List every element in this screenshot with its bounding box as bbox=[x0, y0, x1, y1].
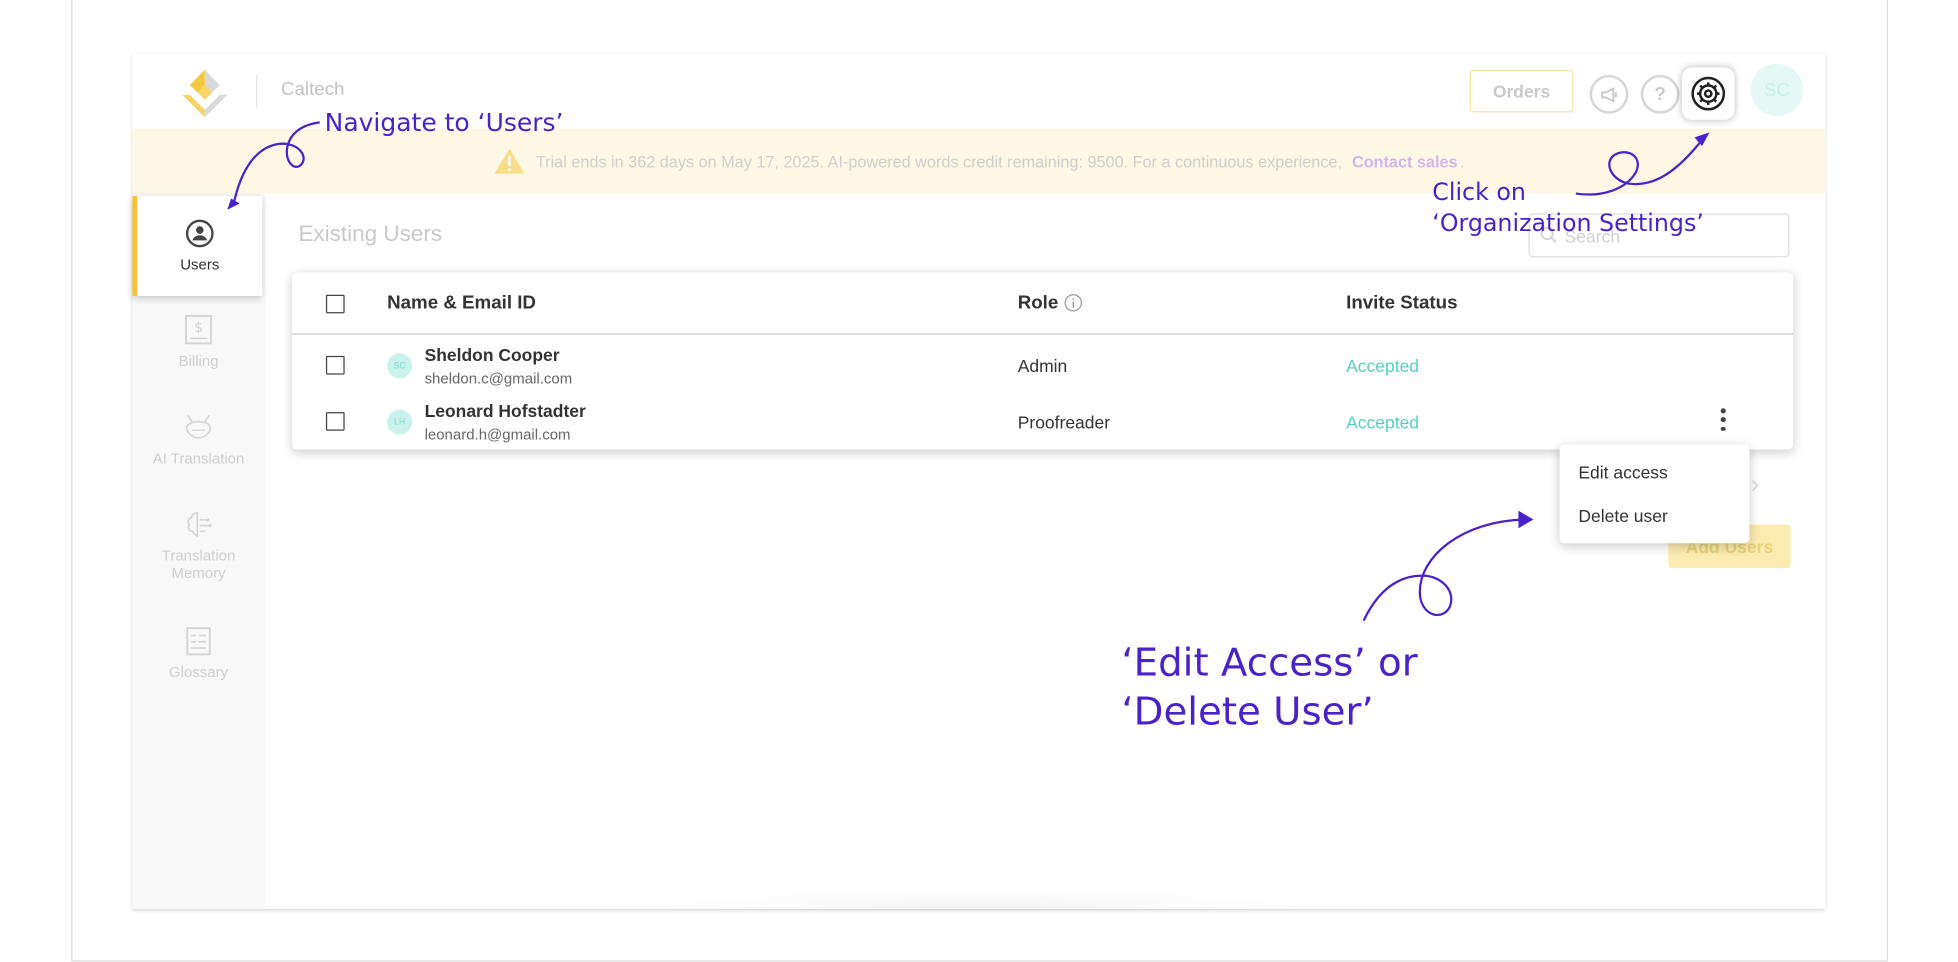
invite-status: Accepted bbox=[1346, 355, 1420, 376]
select-all-checkbox[interactable] bbox=[325, 294, 345, 314]
row-checkbox[interactable] bbox=[325, 412, 345, 431]
avatar: SC bbox=[387, 353, 413, 379]
row-checkbox[interactable] bbox=[325, 355, 345, 375]
sidebar-item-label: Glossary bbox=[168, 663, 229, 681]
table-row: LH Leonard Hofstadter leonard.h@gmail.co… bbox=[292, 393, 1793, 449]
annotation-navigate-users: Navigate to ‘Users’ bbox=[324, 107, 564, 138]
orders-button[interactable]: Orders bbox=[1469, 69, 1574, 113]
warning-icon bbox=[494, 148, 525, 174]
user-email: sheldon.c@gmail.com bbox=[424, 369, 573, 388]
billing-icon: $ bbox=[184, 314, 214, 345]
robot-icon bbox=[184, 412, 214, 442]
user-name: Sheldon Cooper bbox=[424, 344, 560, 365]
sidebar-item-label: Users bbox=[180, 255, 220, 274]
kebab-menu-icon[interactable] bbox=[1717, 408, 1729, 431]
sidebar-item-ai-translation[interactable]: AI Translation bbox=[132, 412, 264, 467]
user-avatar[interactable]: SC bbox=[1750, 63, 1804, 117]
logo[interactable] bbox=[177, 66, 232, 121]
glossary-icon bbox=[184, 626, 214, 656]
annotation-edit-delete: ‘Edit Access’ or ‘Delete User’ bbox=[1121, 640, 1418, 735]
sidebar-item-users[interactable]: Users bbox=[132, 196, 263, 296]
sidebar-item-translation-memory[interactable]: Translation Memory bbox=[132, 509, 264, 582]
organization-settings-button[interactable] bbox=[1682, 67, 1735, 120]
column-header-name: Name & Email ID bbox=[387, 292, 536, 314]
user-circle-icon bbox=[185, 219, 215, 249]
user-role: Proofreader bbox=[1017, 412, 1111, 433]
table-row: SC Sheldon Cooper sheldon.c@gmail.com Ad… bbox=[292, 337, 1793, 393]
header-divider bbox=[255, 74, 258, 108]
svg-text:$: $ bbox=[194, 320, 203, 336]
announcement-icon[interactable] bbox=[1589, 74, 1629, 114]
bottom-shadow bbox=[644, 887, 1319, 911]
info-icon[interactable] bbox=[1063, 293, 1082, 312]
column-header-invite-status: Invite Status bbox=[1346, 292, 1458, 314]
contact-sales-link[interactable]: Contact sales bbox=[1352, 152, 1458, 171]
users-table: Name & Email ID Role Invite Status SC Sh… bbox=[292, 272, 1794, 450]
sidebar-item-label: AI Translation bbox=[152, 449, 245, 468]
banner-message: Trial ends in 362 days on May 17, 2025. … bbox=[535, 151, 1342, 171]
avatar: LH bbox=[387, 409, 413, 435]
annotation-organization-settings: Click on ‘Organization Settings’ bbox=[1432, 178, 1704, 238]
banner-suffix: . bbox=[1460, 151, 1465, 171]
invite-status: Accepted bbox=[1346, 412, 1420, 433]
next-page-chevron-icon[interactable]: › bbox=[1751, 471, 1759, 500]
sidebar-item-label: Translation Memory bbox=[161, 546, 236, 582]
page-title: Existing Users bbox=[298, 221, 443, 246]
edit-access-menu-item[interactable]: Edit access bbox=[1560, 455, 1750, 499]
brain-icon bbox=[184, 509, 214, 539]
delete-user-menu-item[interactable]: Delete user bbox=[1560, 498, 1750, 542]
user-email: leonard.h@gmail.com bbox=[424, 425, 571, 444]
organization-name: Caltech bbox=[280, 78, 345, 100]
sidebar-item-label: Billing bbox=[178, 352, 219, 370]
row-actions-menu: Edit access Delete user bbox=[1559, 444, 1750, 544]
table-header: Name & Email ID Role Invite Status bbox=[292, 272, 1794, 335]
user-name: Leonard Hofstadter bbox=[424, 400, 586, 421]
help-icon[interactable]: ? bbox=[1640, 74, 1680, 114]
user-role: Admin bbox=[1017, 355, 1068, 376]
sidebar-item-glossary[interactable]: Glossary bbox=[132, 626, 264, 681]
sidebar-item-billing[interactable]: $ Billing bbox=[132, 314, 264, 370]
gear-icon bbox=[1691, 76, 1726, 111]
column-header-role: Role bbox=[1018, 292, 1082, 313]
